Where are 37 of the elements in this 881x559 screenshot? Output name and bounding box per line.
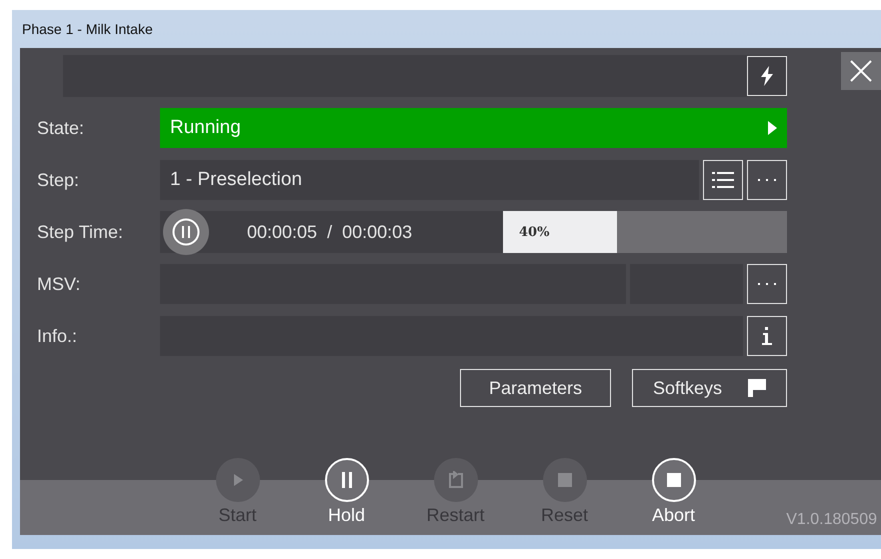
softkeys-button[interactable]: Softkeys xyxy=(632,369,787,407)
more-icon xyxy=(758,178,776,182)
info-button[interactable] xyxy=(747,316,787,356)
list-icon xyxy=(712,171,734,189)
pause-icon xyxy=(340,472,354,488)
parameters-button[interactable]: Parameters xyxy=(460,369,611,407)
lightning-button[interactable] xyxy=(747,56,787,96)
list-button[interactable] xyxy=(703,160,743,200)
pause-button[interactable] xyxy=(163,209,209,255)
step-value: 1 - Preselection xyxy=(170,169,302,191)
more-icon xyxy=(758,282,776,286)
version-text: V1.0.180509 xyxy=(786,511,877,529)
flag-icon xyxy=(748,379,766,397)
state-value: Running xyxy=(170,117,241,139)
window-title: Phase 1 - Milk Intake xyxy=(22,21,153,37)
close-icon xyxy=(849,59,873,83)
info-icon xyxy=(761,326,773,346)
close-button[interactable] xyxy=(841,52,881,90)
progress-text: 40% xyxy=(519,224,550,240)
state-field[interactable]: Running xyxy=(160,108,787,148)
play-arrow-icon xyxy=(768,121,777,135)
stop-icon xyxy=(666,472,682,488)
action-button[interactable]: Hold xyxy=(292,458,401,526)
restart-icon xyxy=(448,471,464,489)
step-time-label: Step Time: xyxy=(36,222,124,242)
info-label: Info.: xyxy=(36,326,78,346)
pause-icon xyxy=(172,218,200,246)
lightning-icon xyxy=(759,66,775,86)
action-button[interactable]: Abort xyxy=(619,458,728,526)
msv-label: MSV: xyxy=(36,274,82,294)
stop-icon xyxy=(556,472,572,488)
step-time-value: 00:00:05 / 00:00:03 xyxy=(247,222,412,242)
more-button[interactable] xyxy=(747,264,787,304)
step-label: Step: xyxy=(36,170,80,190)
more-button[interactable] xyxy=(747,160,787,200)
play-icon xyxy=(232,473,244,487)
state-label: State: xyxy=(36,118,86,138)
